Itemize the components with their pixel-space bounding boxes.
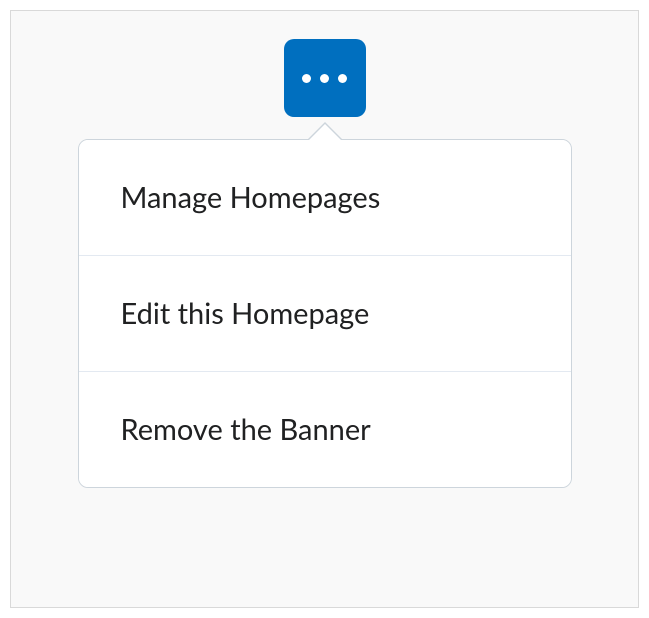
menu-item-manage-homepages[interactable]: Manage Homepages	[79, 140, 571, 256]
page-container: Manage Homepages Edit this Homepage Remo…	[10, 10, 639, 608]
dropdown-arrow-icon	[307, 122, 343, 140]
menu-item-label: Edit this Homepage	[121, 296, 370, 331]
ellipsis-icon	[320, 74, 329, 83]
menu-item-edit-homepage[interactable]: Edit this Homepage	[79, 256, 571, 372]
menu-item-label: Remove the Banner	[121, 412, 371, 447]
ellipsis-icon	[302, 74, 311, 83]
dropdown-menu-wrapper: Manage Homepages Edit this Homepage Remo…	[78, 139, 572, 488]
menu-item-label: Manage Homepages	[121, 180, 381, 215]
dropdown-menu: Manage Homepages Edit this Homepage Remo…	[78, 139, 572, 488]
ellipsis-icon	[338, 74, 347, 83]
more-options-button[interactable]	[284, 39, 366, 117]
menu-item-remove-banner[interactable]: Remove the Banner	[79, 372, 571, 487]
